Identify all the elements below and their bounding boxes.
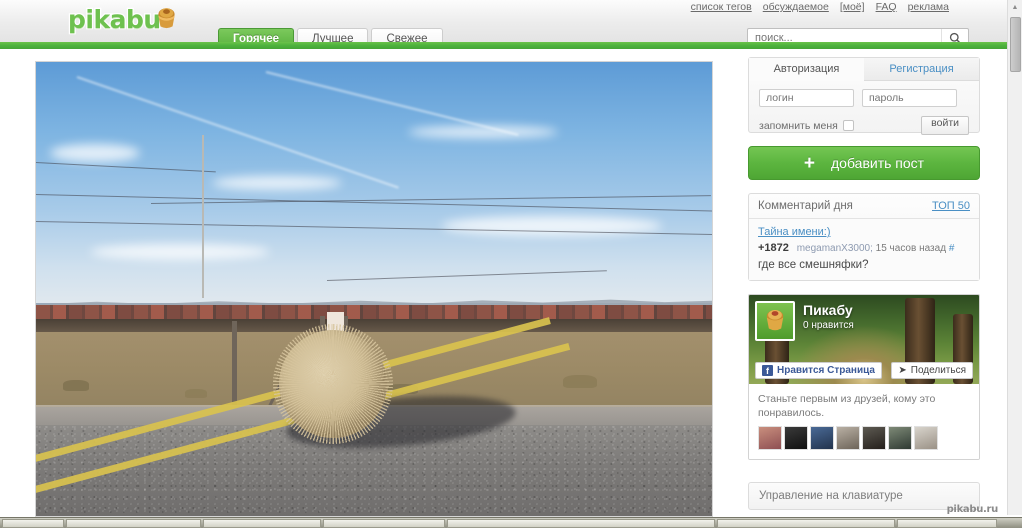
taskbar-item[interactable] bbox=[2, 518, 64, 528]
taskbar-item[interactable] bbox=[447, 518, 715, 528]
facebook-page-widget: Пикабу 0 нравится f Нравится Страница ➤ … bbox=[748, 294, 980, 461]
facebook-share-button[interactable]: ➤ Поделиться bbox=[891, 362, 973, 379]
tumbleweed bbox=[273, 323, 394, 444]
remember-me-checkbox[interactable] bbox=[842, 120, 854, 131]
remember-me-label: запомнить меня bbox=[759, 119, 838, 132]
facebook-f-icon: f bbox=[762, 365, 773, 376]
login-input[interactable] bbox=[759, 89, 854, 107]
facebook-buttons: f Нравится Страница ➤ Поделиться bbox=[755, 362, 973, 379]
taskbar-item[interactable] bbox=[203, 518, 321, 528]
comment-of-day-body: Тайна имени:) +1872 megamanX3000; 15 час… bbox=[749, 219, 979, 280]
comment-post-link[interactable]: Тайна имени:) bbox=[758, 226, 970, 238]
facebook-like-label: Нравится Страница bbox=[777, 365, 875, 376]
cloud bbox=[407, 125, 558, 138]
avatar[interactable] bbox=[862, 426, 886, 451]
login-button[interactable]: войти bbox=[921, 116, 969, 135]
freight-train bbox=[36, 304, 712, 320]
muffin-icon bbox=[766, 310, 784, 331]
facebook-footer: Станьте первым из друзей, кому это понра… bbox=[749, 384, 979, 460]
comment-text: где все смешняфки? bbox=[758, 259, 869, 271]
share-arrow-icon: ➤ bbox=[898, 365, 907, 376]
tab-registration[interactable]: Регистрация bbox=[864, 58, 979, 81]
avatar[interactable] bbox=[914, 426, 938, 451]
scrollbar-thumb[interactable] bbox=[1010, 17, 1021, 72]
facebook-cover-photo: Пикабу 0 нравится f Нравится Страница ➤ … bbox=[749, 295, 979, 384]
link-faq[interactable]: FAQ bbox=[876, 1, 897, 13]
site-logo[interactable]: pikabu bbox=[67, 3, 186, 35]
top-links: список тегов обсуждаемое [моё] FAQ рекла… bbox=[691, 1, 949, 13]
facebook-footer-text: Станьте первым из друзей, кому это понра… bbox=[758, 393, 936, 420]
auth-tabs: Авторизация Регистрация bbox=[749, 58, 979, 81]
link-advertising[interactable]: реклама bbox=[908, 1, 949, 13]
post-image[interactable] bbox=[35, 61, 713, 517]
facebook-page-name: Пикабу bbox=[803, 302, 853, 318]
comment-time: 15 часов назад bbox=[875, 243, 947, 254]
link-mine[interactable]: [моё] bbox=[840, 1, 865, 13]
add-post-label: добавить пост bbox=[831, 155, 925, 171]
avatar[interactable] bbox=[888, 426, 912, 451]
auth-panel: Авторизация Регистрация запомнить меня в… bbox=[748, 57, 980, 135]
desert-scrub bbox=[184, 388, 207, 398]
comment-of-day-title: Комментарий дня bbox=[758, 200, 853, 212]
os-taskbar[interactable] bbox=[0, 517, 1022, 528]
facebook-like-count: 0 нравится bbox=[803, 320, 854, 331]
link-tag-list[interactable]: список тегов bbox=[691, 1, 752, 13]
facebook-like-button[interactable]: f Нравится Страница bbox=[755, 362, 882, 379]
cloud bbox=[90, 243, 271, 260]
avatar[interactable] bbox=[784, 426, 808, 451]
page-scrollbar[interactable]: ▲ bbox=[1007, 0, 1022, 515]
taskbar-item[interactable] bbox=[897, 518, 997, 528]
top-50-link[interactable]: ТОП 50 bbox=[932, 200, 970, 212]
desert-scrub bbox=[63, 379, 90, 391]
keyboard-control-label: Управление на клавиатуре bbox=[759, 490, 903, 503]
plus-icon: + bbox=[803, 152, 816, 174]
comment-meta: +1872 megamanX3000; 15 часов назад # bbox=[758, 242, 970, 254]
sidebar: Авторизация Регистрация запомнить меня в… bbox=[748, 57, 980, 511]
green-divider bbox=[0, 42, 1007, 49]
keyboard-control-panel[interactable]: Управление на клавиатуре bbox=[748, 482, 980, 511]
facebook-friend-faces bbox=[758, 426, 970, 451]
facebook-share-label: Поделиться bbox=[910, 365, 966, 376]
comment-author[interactable]: megamanX3000; bbox=[797, 243, 873, 254]
avatar[interactable] bbox=[758, 426, 782, 451]
taskbar-item[interactable] bbox=[66, 518, 201, 528]
password-input[interactable] bbox=[862, 89, 957, 107]
taskbar-item[interactable] bbox=[717, 518, 895, 528]
comment-permalink[interactable]: # bbox=[949, 243, 955, 254]
scrollbar-up-arrow[interactable]: ▲ bbox=[1008, 0, 1022, 14]
comment-of-day-panel: Комментарий дня ТОП 50 Тайна имени:) +18… bbox=[748, 193, 980, 281]
cloud bbox=[211, 175, 342, 190]
avatar[interactable] bbox=[810, 426, 834, 451]
logo-text: pikabu bbox=[67, 3, 163, 35]
add-post-button[interactable]: + добавить пост bbox=[748, 146, 980, 180]
link-discussed[interactable]: обсуждаемое bbox=[763, 1, 829, 13]
desert-scrub bbox=[563, 375, 598, 389]
comment-rating: +1872 bbox=[758, 242, 789, 254]
tab-authorization[interactable]: Авторизация bbox=[749, 58, 864, 81]
site-header: pikabu Горячее Лучшее Свежее список тего… bbox=[0, 0, 1007, 49]
comment-of-day-header: Комментарий дня ТОП 50 bbox=[749, 194, 979, 219]
browser-viewport: pikabu Горячее Лучшее Свежее список тего… bbox=[0, 0, 1022, 528]
site-watermark: pikabu.ru bbox=[946, 504, 999, 515]
radio-tower bbox=[201, 134, 204, 299]
avatar[interactable] bbox=[836, 426, 860, 451]
facebook-page-avatar[interactable] bbox=[755, 301, 795, 341]
cloud bbox=[49, 143, 140, 162]
muffin-icon bbox=[158, 8, 175, 29]
taskbar-item[interactable] bbox=[323, 518, 445, 528]
